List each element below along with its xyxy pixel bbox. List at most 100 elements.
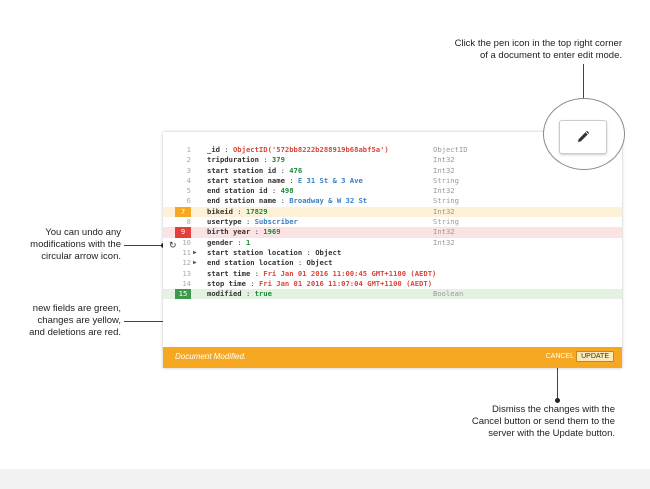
field-separator: : bbox=[276, 165, 290, 175]
colors-tip-line-1: new fields are green, bbox=[32, 303, 121, 314]
field-value[interactable]: true bbox=[255, 289, 272, 298]
field-value[interactable]: 476 bbox=[289, 166, 302, 175]
colors-tip-line-3: and deletions are red. bbox=[29, 327, 121, 338]
field-value[interactable]: Object bbox=[307, 258, 333, 267]
field-key-value: start station location : Object bbox=[207, 248, 341, 258]
field-key[interactable]: tripduration bbox=[207, 155, 259, 164]
field-row[interactable]: 6 end station name : Broadway & W 32 St St… bbox=[163, 196, 622, 206]
field-key[interactable]: start time bbox=[207, 269, 250, 278]
field-row[interactable]: 13 start time : Fri Jan 01 2016 11:00:45 … bbox=[163, 269, 622, 279]
field-key[interactable]: end station location bbox=[207, 258, 294, 267]
field-key-value: gender : 1 bbox=[207, 238, 250, 248]
field-separator: : bbox=[241, 217, 255, 227]
field-value[interactable]: 1 bbox=[246, 238, 250, 247]
field-value[interactable]: E 31 St & 3 Ave bbox=[298, 176, 363, 185]
field-row[interactable]: 5 end station id : 498 Int32 bbox=[163, 186, 622, 196]
field-key-value: start station name : E 31 St & 3 Ave bbox=[207, 176, 363, 186]
expand-arrow-icon[interactable]: ▶ bbox=[193, 258, 197, 268]
field-separator: : bbox=[219, 145, 233, 154]
field-separator: : bbox=[241, 289, 255, 299]
pen-tip-line-2: of a document to enter edit mode. bbox=[479, 50, 622, 61]
field-value[interactable]: Broadway & W 32 St bbox=[289, 196, 367, 205]
field-key[interactable]: modified bbox=[207, 289, 242, 298]
buttons-tip-line-1: Dismiss the changes with the bbox=[491, 404, 615, 415]
field-key[interactable]: end station name bbox=[207, 196, 276, 205]
pen-tip-text: Click the pen icon in the top right corn… bbox=[360, 38, 622, 62]
field-key[interactable]: start station name bbox=[207, 176, 285, 185]
field-row[interactable]: 4 start station name : E 31 St & 3 Ave Str… bbox=[163, 176, 622, 186]
cancel-button[interactable]: CANCEL bbox=[546, 353, 574, 360]
field-row[interactable]: 12 ▶ end station location : Object bbox=[163, 258, 622, 268]
field-type[interactable]: Int32 bbox=[433, 186, 455, 196]
field-value[interactable]: 17829 bbox=[246, 207, 268, 216]
edit-document-button[interactable] bbox=[559, 120, 607, 154]
field-key-value: usertype : Subscriber bbox=[207, 217, 298, 227]
field-type[interactable]: Int32 bbox=[433, 207, 455, 217]
field-key-value: tripduration : 379 bbox=[207, 155, 285, 165]
field-row[interactable]: 9 birth year : 1969 Int32 bbox=[163, 227, 622, 238]
field-type[interactable]: String bbox=[433, 217, 459, 227]
field-row[interactable]: 8 usertype : Subscriber String bbox=[163, 217, 622, 227]
field-type[interactable]: Int32 bbox=[433, 155, 455, 165]
field-type[interactable]: String bbox=[433, 196, 459, 206]
field-key[interactable]: usertype bbox=[207, 217, 242, 226]
field-separator: : bbox=[293, 258, 307, 268]
line-number: 13 bbox=[182, 268, 191, 278]
field-separator: : bbox=[245, 278, 259, 288]
field-row[interactable]: 11 ▶ start station location : Object bbox=[163, 248, 622, 258]
field-key-value: modified : true bbox=[207, 289, 272, 299]
field-key-value: end station name : Broadway & W 32 St bbox=[207, 196, 367, 206]
field-key[interactable]: end station id bbox=[207, 186, 268, 195]
field-row[interactable]: 10 gender : 1 Int32 bbox=[163, 238, 622, 248]
undo-tip-line-2: modifications with the bbox=[30, 239, 121, 250]
field-value[interactable]: Object bbox=[315, 248, 341, 257]
line-number: 6 bbox=[186, 196, 191, 206]
undo-arrow-icon[interactable]: ↻ bbox=[169, 240, 177, 251]
field-type[interactable]: Int32 bbox=[433, 227, 455, 237]
field-value[interactable]: 1969 bbox=[263, 227, 280, 236]
line-number: 1 bbox=[186, 145, 191, 154]
field-row[interactable]: 3 start station id : 476 Int32 bbox=[163, 166, 622, 176]
document-modified-message: Document Modified. bbox=[175, 352, 247, 361]
field-type[interactable]: ObjectID bbox=[433, 145, 468, 155]
undo-callout-line bbox=[124, 245, 163, 246]
field-type[interactable]: Int32 bbox=[433, 166, 455, 176]
buttons-tip-line-3: server with the Update button. bbox=[488, 428, 615, 439]
field-key[interactable]: stop time bbox=[207, 279, 246, 288]
field-key[interactable]: bikeid bbox=[207, 207, 233, 216]
buttons-callout-dot bbox=[555, 398, 560, 403]
field-separator: : bbox=[302, 247, 316, 257]
field-type[interactable]: String bbox=[433, 176, 459, 186]
line-number: 3 bbox=[186, 165, 191, 175]
field-type[interactable]: Boolean bbox=[433, 289, 463, 299]
field-key[interactable]: birth year bbox=[207, 227, 250, 236]
field-key[interactable]: _id bbox=[207, 145, 220, 154]
field-value[interactable]: Fri Jan 01 2016 11:07:04 GMT+1100 (AEDT) bbox=[259, 279, 432, 288]
expand-arrow-icon[interactable]: ▶ bbox=[193, 248, 197, 258]
field-value[interactable]: 379 bbox=[272, 155, 285, 164]
field-value[interactable]: Fri Jan 01 2016 11:00:45 GMT+1100 (AEDT) bbox=[263, 269, 436, 278]
line-number: 8 bbox=[186, 217, 191, 227]
field-value[interactable]: Subscriber bbox=[255, 217, 298, 226]
field-key[interactable]: start station location bbox=[207, 248, 302, 257]
field-value[interactable]: ObjectID('572bb8222b288919b68abf5a') bbox=[233, 145, 389, 154]
undo-tip-line-1: You can undo any bbox=[45, 227, 121, 238]
field-key[interactable]: start station id bbox=[207, 166, 276, 175]
pen-tip-line-1: Click the pen icon in the top right corn… bbox=[454, 38, 622, 49]
field-key-value: start station id : 476 bbox=[207, 166, 302, 176]
field-separator: : bbox=[250, 227, 264, 237]
field-separator: : bbox=[250, 268, 264, 278]
field-row[interactable]: 14 stop time : Fri Jan 01 2016 11:07:04 G… bbox=[163, 279, 622, 289]
field-key[interactable]: gender bbox=[207, 238, 233, 247]
field-key-value: stop time : Fri Jan 01 2016 11:07:04 GMT… bbox=[207, 279, 432, 289]
field-separator: : bbox=[276, 196, 290, 206]
field-row[interactable]: 15 modified : true Boolean bbox=[163, 289, 622, 300]
field-row[interactable]: 7 bikeid : 17829 Int32 bbox=[163, 206, 622, 218]
field-key-value: bikeid : 17829 bbox=[207, 207, 268, 217]
update-button[interactable]: UPDATE bbox=[576, 351, 614, 362]
field-separator: : bbox=[232, 237, 246, 247]
field-key-value: end station location : Object bbox=[207, 258, 333, 268]
field-type[interactable]: Int32 bbox=[433, 238, 455, 248]
field-key-value: end station id : 498 bbox=[207, 186, 294, 196]
field-value[interactable]: 498 bbox=[281, 186, 294, 195]
